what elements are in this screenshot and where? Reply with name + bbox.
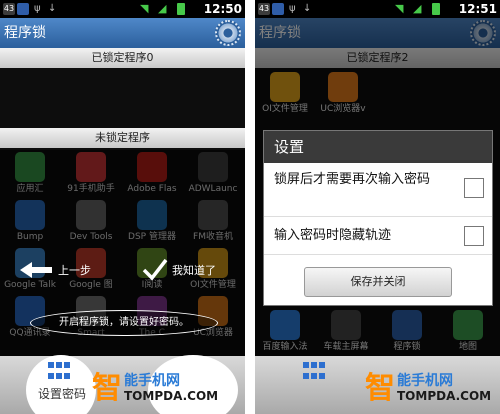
option-hide-trace-label: 输入密码时隐藏轨迹 (274, 228, 392, 243)
battery-icon (177, 3, 185, 15)
clock: 12:50 (203, 2, 242, 16)
set-password-button[interactable]: 设置密码 (30, 385, 94, 402)
shield-icon (272, 3, 284, 15)
usb-icon: ψ (289, 3, 296, 14)
left-screen: 43 ψ ↓ ◥ ◢ 12:50 程序锁 已锁定程序0 未锁定程序 应用汇91手… (0, 0, 245, 414)
grid-icon (303, 362, 327, 382)
option-relock-label: 锁屏后才需要再次输入密码 (274, 172, 431, 187)
battery-icon (432, 3, 440, 15)
signal-icon: ◢ (158, 2, 167, 15)
watermark-en: TOMPDA.COM (397, 389, 492, 403)
download-icon: ↓ (48, 3, 57, 14)
watermark-en: TOMPDA.COM (124, 389, 219, 403)
watermark-cn: 能手机网 (397, 373, 453, 389)
status-bar: 43 ψ ↓ ◥ ◢ 12:50 (0, 0, 245, 18)
option-hide-trace-checkbox[interactable] (464, 226, 484, 246)
download-icon: ↓ (303, 3, 312, 14)
usb-icon: ψ (34, 3, 41, 14)
watermark: 智 能手机网 TOMPDA.COM (365, 370, 500, 408)
clock: 12:51 (458, 2, 497, 16)
status-bar: 43 ψ ↓ ◥ ◢ 12:51 (255, 0, 500, 18)
watermark-glyph: 智 (365, 371, 395, 406)
prev-step-hint[interactable]: 上一步 (58, 262, 91, 278)
screen-divider (245, 0, 255, 414)
dialog-title: 设置 (264, 131, 492, 163)
wifi-icon: ◥ (395, 2, 404, 15)
right-screen: 43 ψ ↓ ◥ ◢ 12:51 程序锁 已锁定程序2 OI文件管理UC浏览器v… (255, 0, 500, 414)
option-relock-row[interactable]: 锁屏后才需要再次输入密码 (264, 163, 492, 217)
app-title: 程序锁 (4, 25, 46, 41)
save-and-close-button[interactable]: 保存并关闭 (304, 267, 452, 297)
checkmark-icon (142, 258, 168, 281)
option-hide-trace-row[interactable]: 输入密码时隐藏轨迹 (264, 217, 492, 255)
grid-icon (48, 362, 72, 382)
got-it-hint[interactable]: 我知道了 (172, 262, 216, 278)
section-unlocked-header: 未锁定程序 (0, 128, 245, 148)
watermark-cn: 能手机网 (124, 373, 180, 389)
shield-icon (17, 3, 29, 15)
section-locked-header: 已锁定程序0 (0, 48, 245, 68)
signal-icon: ◢ (413, 2, 422, 15)
arrow-left-icon (20, 262, 52, 278)
settings-dialog: 设置 锁屏后才需要再次输入密码 输入密码时隐藏轨迹 保存并关闭 (263, 130, 493, 306)
watermark: 智 能手机网 TOMPDA.COM (92, 370, 232, 408)
notification-count-icon: 43 (3, 3, 15, 15)
notification-count-icon: 43 (258, 3, 270, 15)
app-header: 程序锁 (0, 18, 245, 48)
option-relock-checkbox[interactable] (464, 178, 484, 198)
wifi-icon: ◥ (140, 2, 149, 15)
watermark-glyph: 智 (92, 371, 122, 406)
hint-bubble: 开启程序锁，请设置好密码。 (30, 310, 218, 336)
gear-icon[interactable] (215, 20, 241, 46)
